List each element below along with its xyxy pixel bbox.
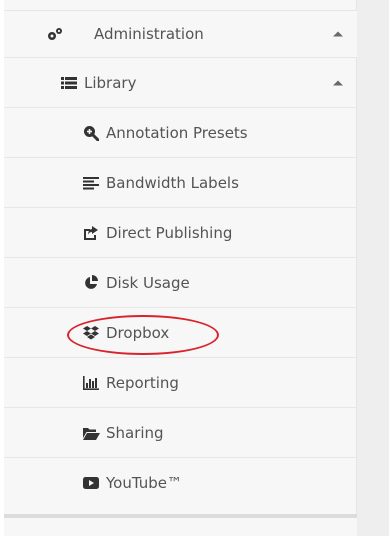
sidebar-item-label: Bandwidth Labels [106, 173, 239, 192]
administration-label: Administration [94, 25, 204, 43]
folder-open-icon [82, 425, 100, 441]
sidebar-item-label: Disk Usage [106, 273, 190, 292]
search-plus-icon [82, 125, 100, 141]
sidebar-item-label: Reporting [106, 373, 179, 392]
page: Administration Library Annotation Preset… [0, 0, 389, 536]
sidebar-item-label: Dropbox [106, 323, 170, 342]
sidebar-item-direct-publishing[interactable]: Direct Publishing [4, 208, 357, 258]
library-label: Library [84, 73, 137, 92]
list-icon [60, 75, 78, 91]
sidebar-item-disk-usage[interactable]: Disk Usage [4, 258, 357, 308]
share-square-icon [82, 225, 100, 241]
youtube-play-icon [82, 475, 100, 491]
sidebar-item-label: YouTube™ [106, 474, 182, 492]
sidebar-item-reporting[interactable]: Reporting [4, 358, 357, 408]
pie-chart-icon [82, 274, 100, 291]
sidebar-item-bandwidth-labels[interactable]: Bandwidth Labels [4, 158, 357, 208]
sidebar-item-annotation-presets[interactable]: Annotation Presets [4, 108, 357, 158]
sidebar-item-label: Direct Publishing [106, 223, 233, 242]
sidebar-item-administration[interactable]: Administration [4, 10, 357, 58]
gears-icon [46, 26, 64, 42]
sidebar-item-dropbox[interactable]: Dropbox [4, 308, 357, 358]
collapse-caret-icon[interactable] [333, 31, 343, 37]
bar-chart-icon [82, 375, 100, 391]
collapse-caret-icon[interactable] [333, 80, 343, 85]
sidebar-item-library[interactable]: Library [4, 58, 357, 108]
content-pane [357, 0, 389, 536]
sidebar-item-youtube[interactable]: YouTube™ [4, 458, 357, 508]
sidebar-item-sharing[interactable]: Sharing [4, 408, 357, 458]
sidebar-item-label: Sharing [106, 423, 164, 442]
sidebar: Administration Library Annotation Preset… [4, 0, 357, 536]
sidebar-item-label: Annotation Presets [106, 123, 248, 142]
sidebar-footer [4, 514, 357, 536]
align-left-icon [82, 175, 100, 191]
dropbox-icon [82, 325, 100, 341]
